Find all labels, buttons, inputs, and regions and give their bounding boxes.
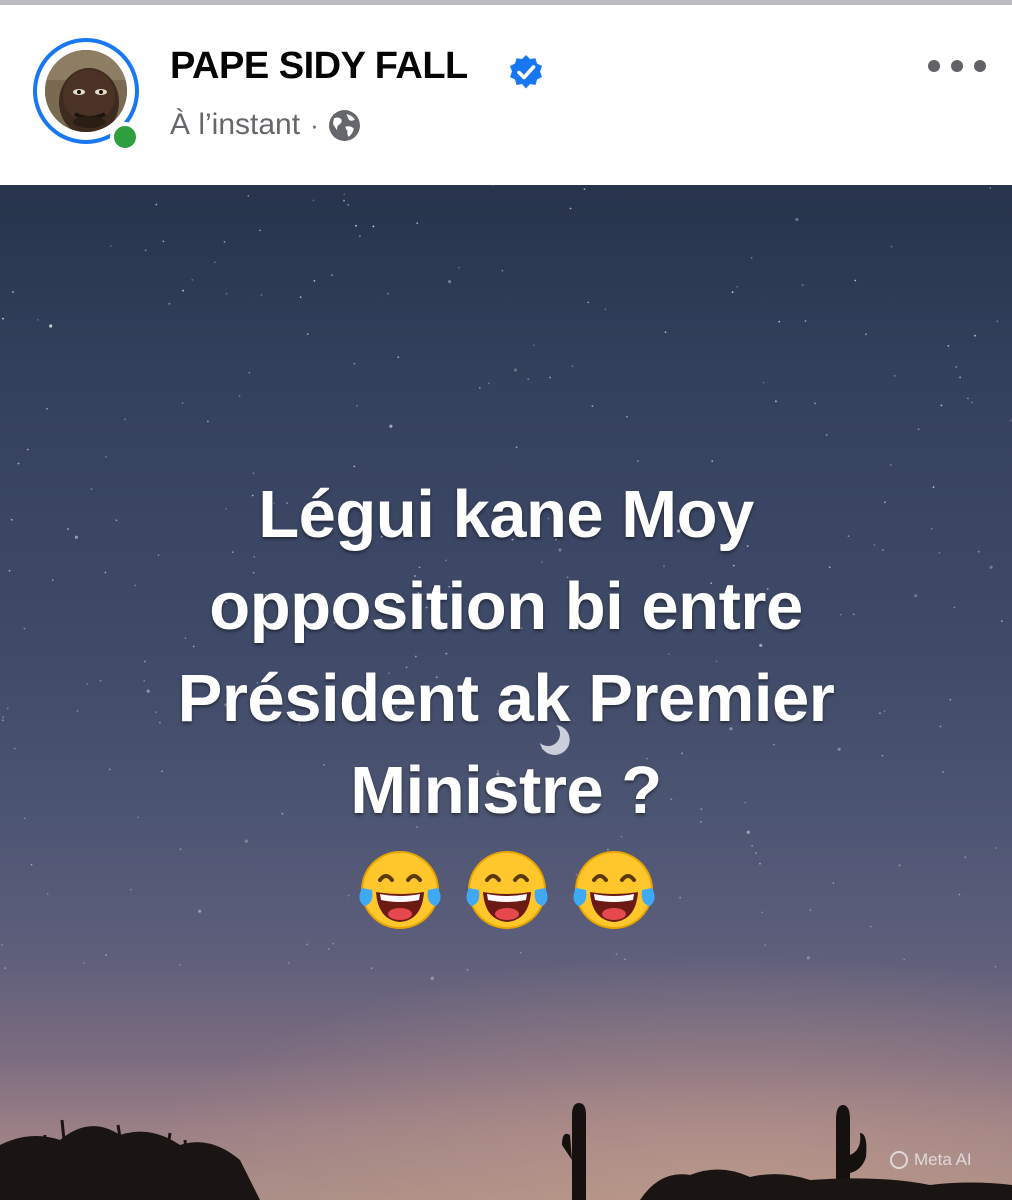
globe-icon[interactable] (328, 109, 361, 142)
emoji-row (352, 844, 662, 936)
post-meta: À l’instant · (170, 107, 361, 143)
post-timestamp[interactable]: À l’instant (170, 108, 300, 142)
post-image[interactable]: Légui kane Moy opposition bi entre Prési… (0, 185, 1012, 1200)
meta-ai-ring-icon (890, 1151, 908, 1169)
meta-separator: · (310, 109, 319, 140)
post-text-line: Légui kane Moy (258, 477, 754, 552)
tears-of-joy-emoji-icon (466, 851, 548, 929)
more-options-button[interactable] (928, 53, 986, 79)
post-text-line: opposition bi entre (209, 569, 803, 644)
tears-of-joy-emoji-icon (573, 851, 655, 929)
online-status-dot (110, 122, 140, 152)
post-header: PAPE SIDY FALL À l’instant · (0, 5, 1012, 185)
author-name[interactable]: PAPE SIDY FALL (170, 45, 468, 88)
meta-ai-watermark: Meta AI (890, 1147, 972, 1173)
more-dot (951, 60, 963, 72)
more-dot (974, 60, 986, 72)
watermark-label: Meta AI (914, 1150, 972, 1169)
post-message: Légui kane Moy opposition bi entre Prési… (60, 469, 952, 837)
post-text-line: Président ak Premier (177, 661, 835, 736)
more-dot (928, 60, 940, 72)
tears-of-joy-emoji-icon (359, 851, 441, 929)
post-text-line: Ministre ? (350, 753, 662, 828)
verified-badge-icon (510, 55, 542, 89)
avatar-photo (45, 50, 127, 132)
